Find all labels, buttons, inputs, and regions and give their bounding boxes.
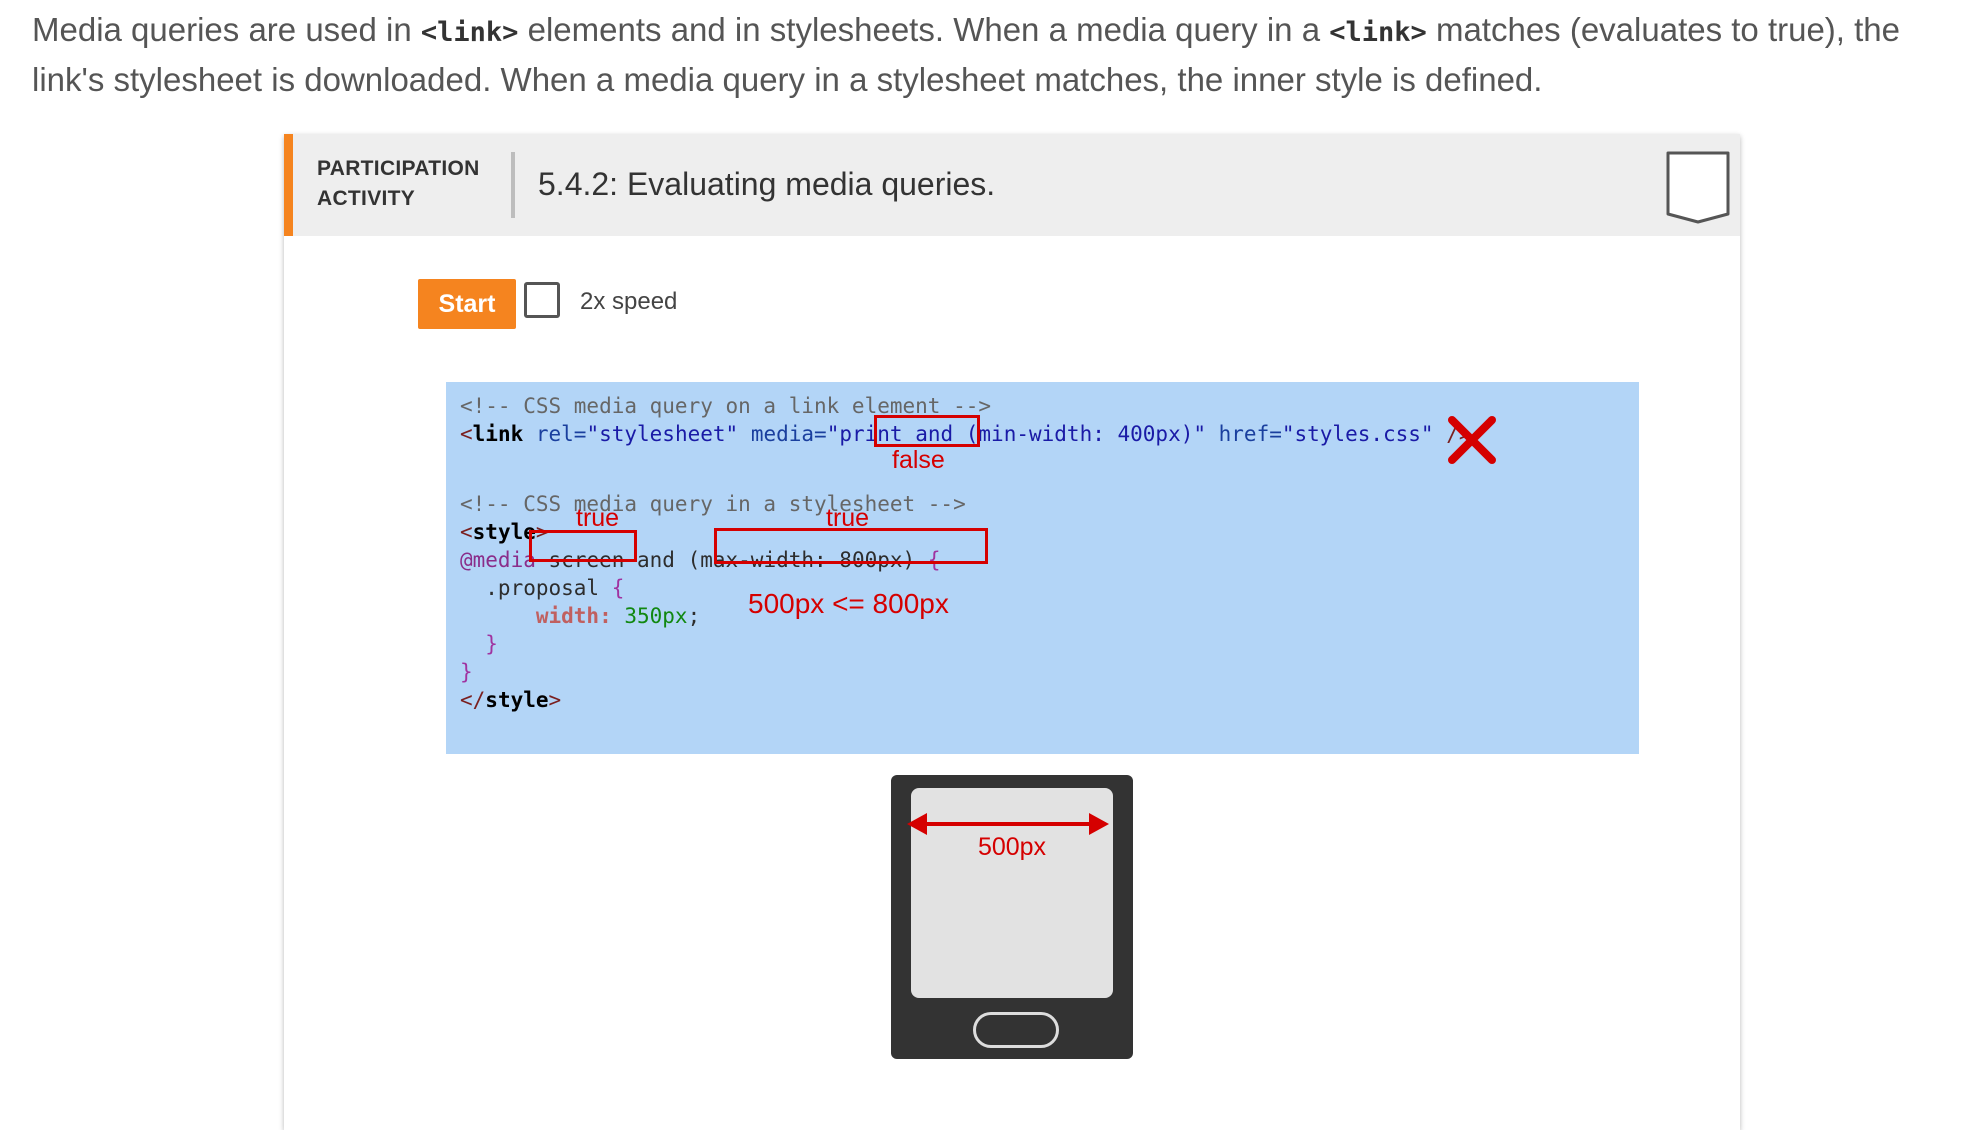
completion-badge-icon <box>1666 151 1730 224</box>
link-code: <link> <box>1329 17 1427 48</box>
participation-activity: PARTICIPATION ACTIVITY 5.4.2: Evaluating… <box>284 134 1740 1130</box>
phone-width-label: 500px <box>977 833 1047 861</box>
screen-highlight-box <box>529 530 637 562</box>
speed-checkbox[interactable] <box>524 282 560 318</box>
max-width-result-label: true <box>826 504 870 532</box>
print-result-label: false <box>892 446 945 474</box>
header-divider <box>511 152 515 218</box>
width-comparison-label: 500px <= 800px <box>748 588 949 619</box>
intro-paragraph: Media queries are used in <link> element… <box>32 11 1901 98</box>
activity-kind-label: PARTICIPATION ACTIVITY <box>317 157 480 210</box>
red-x-mark-icon <box>1448 416 1496 464</box>
max-width-highlight-box <box>714 528 988 564</box>
print-highlight-box <box>874 415 980 447</box>
speed-label: 2x speed <box>580 288 678 315</box>
activity-title: 5.4.2: Evaluating media queries. <box>538 166 996 202</box>
activity-header: PARTICIPATION ACTIVITY 5.4.2: Evaluating… <box>284 134 1740 236</box>
start-button[interactable]: Start <box>418 279 516 329</box>
phone-home-button <box>973 1012 1059 1048</box>
phone-illustration: 500px <box>891 775 1133 1059</box>
code-animation-panel: <!-- CSS media query on a link element -… <box>446 382 1639 754</box>
screen-result-label: true <box>576 504 620 532</box>
link-code: <link> <box>420 17 519 48</box>
